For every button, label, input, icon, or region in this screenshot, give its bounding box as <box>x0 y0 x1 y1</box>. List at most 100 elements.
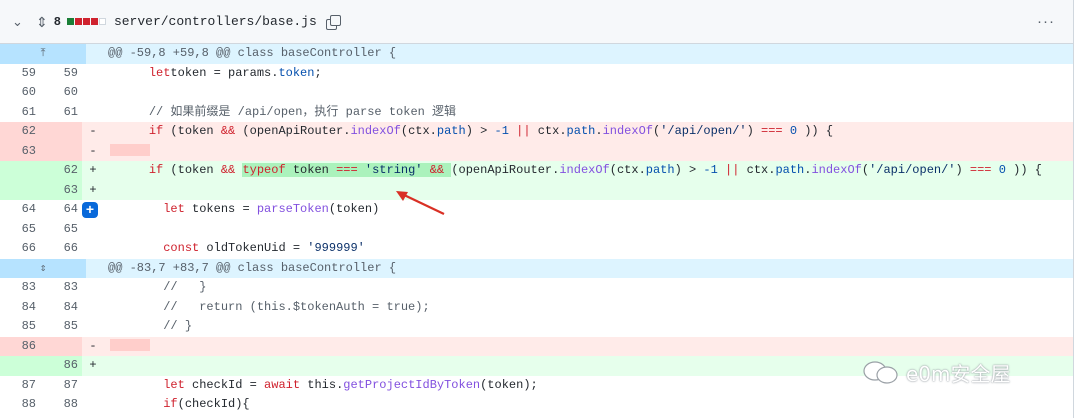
code-token: === <box>336 163 358 177</box>
expand-up-icon[interactable]: ⤒ <box>0 44 86 64</box>
new-line-number[interactable]: 62 <box>40 161 82 181</box>
new-line-number[interactable]: 83 <box>40 278 82 298</box>
code-line <box>104 336 1073 356</box>
diff-line-ctx: 85 85 // } <box>0 317 1073 337</box>
more-options-button[interactable]: ··· <box>1037 13 1055 30</box>
chat-bubble-icon <box>863 360 898 384</box>
old-line-number[interactable]: 83 <box>0 278 40 298</box>
new-line-number[interactable]: 84 <box>40 298 82 318</box>
old-line-number[interactable]: 85 <box>0 317 40 337</box>
new-line-number[interactable]: 65 <box>40 220 82 240</box>
code-token: '999999' <box>307 241 365 255</box>
diff-sign <box>82 317 104 337</box>
diff-line-ctx: 60 60 <box>0 83 1073 103</box>
whitespace-marker <box>110 339 150 352</box>
code-line: const oldTokenUid = '999999' <box>104 239 1073 259</box>
new-line-number[interactable] <box>40 122 82 142</box>
file-path[interactable]: server/controllers/base.js <box>114 14 317 29</box>
old-line-number[interactable]: 62 <box>0 122 40 142</box>
old-line-number[interactable] <box>0 161 40 181</box>
diff-sign: - <box>82 122 104 142</box>
code-token: 'string' <box>364 163 423 177</box>
diff-line-ctx: 66 66 const oldTokenUid = '999999' <box>0 239 1073 259</box>
diffstat-square-neu <box>98 18 106 25</box>
old-line-number[interactable]: 59 <box>0 64 40 84</box>
new-line-number[interactable]: 63 <box>40 180 82 200</box>
code-token <box>422 163 430 177</box>
file-header: ⌄ ⇕ 8 server/controllers/base.js ··· <box>0 0 1073 44</box>
code-line: let tokens = parseToken(token) <box>104 200 1073 220</box>
old-line-number[interactable]: 87 <box>0 376 40 396</box>
code-token: token = params. <box>170 65 279 80</box>
code-line: lettoken = params.token; <box>104 64 1073 84</box>
diff-line-ctx: 88 88 if(checkId){ <box>0 395 1073 415</box>
code-token: ) <box>746 124 762 138</box>
diff-line-ctx: 61 61 // 如果前缀是 /api/open，执行 parse token 逻… <box>0 102 1073 123</box>
code-token: (token) <box>328 202 380 216</box>
new-line-number[interactable]: 88 <box>40 395 82 415</box>
old-line-number[interactable]: 65 <box>0 220 40 240</box>
diff-sign <box>82 298 104 318</box>
code-token: -1 <box>703 163 718 177</box>
new-line-number[interactable]: 64 <box>40 200 82 220</box>
code-token: let <box>163 377 185 392</box>
diff-line-add: 63 + <box>0 180 1073 200</box>
code-token: (token <box>163 124 221 138</box>
old-line-number[interactable]: 86 <box>0 336 40 356</box>
new-line-number[interactable]: 85 <box>40 317 82 337</box>
old-line-number[interactable]: 64 <box>0 200 40 220</box>
code-token: && <box>220 124 236 138</box>
new-line-number[interactable]: 87 <box>40 376 82 396</box>
new-line-number[interactable]: 86 <box>40 356 82 376</box>
new-line-number[interactable]: 60 <box>40 83 82 103</box>
code-token: || <box>516 124 531 138</box>
old-line-number[interactable]: 60 <box>0 83 40 103</box>
code-token: )) { <box>797 124 834 138</box>
diff-line-add: 62 + if (token && typeof token === 'strin… <box>0 161 1073 181</box>
code-token: // } <box>163 319 193 333</box>
plus-icon[interactable]: + <box>82 202 98 218</box>
new-line-number[interactable]: 66 <box>40 239 82 259</box>
code-line: if(checkId){ <box>104 395 1073 415</box>
expand-both-icon[interactable]: ⇕ <box>0 258 86 278</box>
code-token: (token <box>163 163 221 177</box>
old-line-number[interactable]: 63 <box>0 141 40 161</box>
old-line-number[interactable]: 61 <box>0 103 40 123</box>
code-token: parseToken <box>256 202 329 216</box>
diff-sign <box>82 395 104 415</box>
code-token: 0 <box>998 163 1006 177</box>
code-token: ) <box>955 163 970 177</box>
chevron-down-icon[interactable]: ⌄ <box>12 15 28 28</box>
diff-line-ctx: 65 65 <box>0 219 1073 240</box>
old-line-number[interactable] <box>0 356 40 376</box>
old-line-number[interactable]: 88 <box>0 395 40 415</box>
unfold-icon[interactable]: ⇕ <box>36 15 48 29</box>
diff-sign <box>82 103 104 123</box>
new-line-number[interactable]: 59 <box>40 64 82 84</box>
old-line-number[interactable]: 84 <box>0 298 40 318</box>
code-token: ) > <box>674 163 704 177</box>
new-line-number[interactable] <box>40 141 82 161</box>
code-token: ctx. <box>739 163 776 177</box>
old-line-number[interactable] <box>0 180 40 200</box>
code-token: typeof <box>242 163 286 177</box>
new-line-number[interactable] <box>40 336 82 356</box>
old-line-number[interactable]: 66 <box>0 239 40 259</box>
watermark: e0m安全屋 <box>862 358 1011 387</box>
code-token: path <box>436 124 466 138</box>
watermark-text: e0m安全屋 <box>906 362 1011 386</box>
code-token: let <box>148 65 171 80</box>
code-token: ctx. <box>530 124 567 138</box>
diff-sign <box>82 83 104 103</box>
code-token: || <box>725 163 740 177</box>
code-token: let <box>163 202 185 216</box>
new-line-number[interactable]: 61 <box>40 103 82 123</box>
copy-icon[interactable] <box>325 14 341 30</box>
